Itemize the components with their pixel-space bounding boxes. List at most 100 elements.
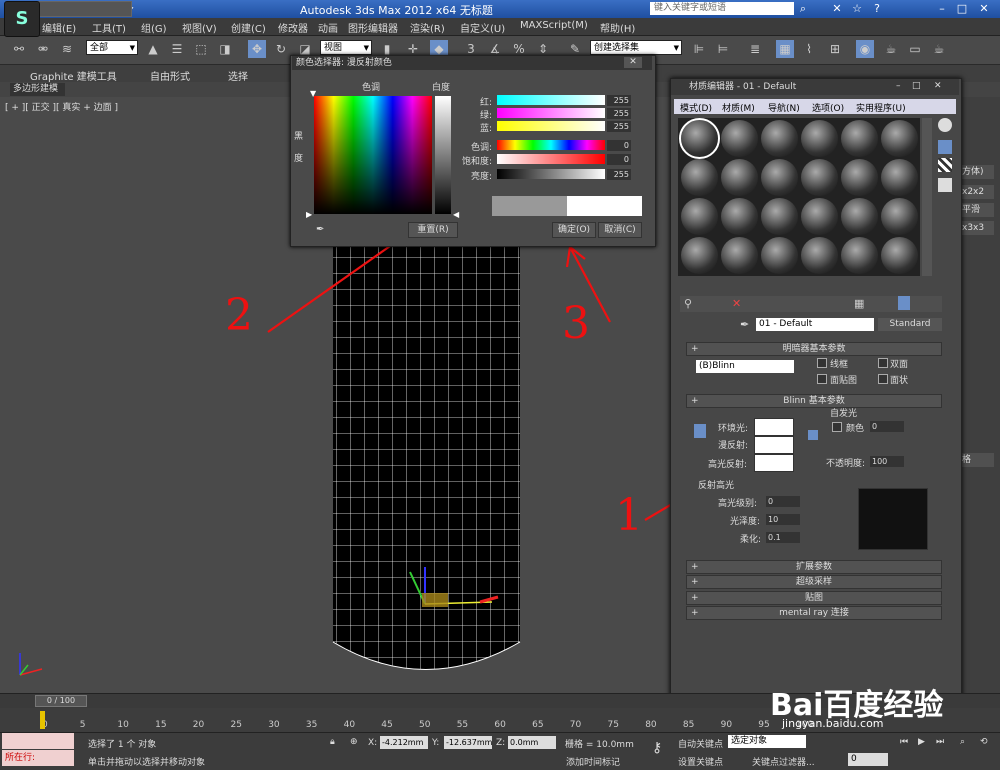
ok-button[interactable]: 确定(O) [552, 222, 596, 238]
color-dialog-close-icon[interactable]: ✕ [624, 57, 642, 68]
menu-animation[interactable]: 动画 [318, 20, 338, 35]
self-illum-color-checkbox[interactable] [832, 422, 842, 432]
graphite-toggle-icon[interactable]: ▦ [776, 40, 794, 58]
command-panel-item-2[interactable]: x2x2 [962, 185, 994, 199]
diffuse-map-button[interactable] [808, 430, 818, 440]
self-illum-spinner[interactable]: 0 [870, 421, 904, 432]
sample-slot[interactable] [881, 120, 918, 157]
brightness-value[interactable]: 255 [607, 169, 631, 180]
whiteness-pointer-icon[interactable]: ◀ [453, 210, 459, 219]
menu-help[interactable]: 帮助(H) [600, 20, 635, 35]
whiteness-slider[interactable] [435, 96, 451, 214]
blackness-pointer-icon[interactable]: ▶ [306, 210, 312, 219]
sample-slot[interactable] [881, 198, 918, 235]
mat-menu-utilities[interactable]: 实用程序(U) [856, 101, 906, 114]
show-end-result-icon[interactable] [898, 296, 910, 310]
red-value[interactable]: 255 [607, 95, 631, 106]
sample-slot[interactable] [681, 198, 718, 235]
search-input[interactable]: 键入关键字或短语 [650, 2, 794, 15]
get-material-icon[interactable]: ⚲ [684, 297, 692, 310]
face-map-checkbox[interactable] [817, 374, 827, 384]
menu-group[interactable]: 组(G) [141, 20, 167, 35]
sample-slot[interactable] [881, 237, 918, 274]
unlink-icon[interactable]: ⚮ [34, 40, 52, 58]
sample-slot[interactable] [721, 237, 758, 274]
menu-views[interactable]: 视图(V) [182, 20, 217, 35]
sample-type-icon[interactable] [938, 118, 952, 132]
orbit-icon[interactable]: ⟲ [980, 737, 988, 747]
mat-menu-material[interactable]: 材质(M) [722, 101, 755, 114]
window-crossing-icon[interactable]: ◨ [216, 40, 234, 58]
viewport-label[interactable]: [ + ][ 正交 ][ 真实 + 边面 ] [5, 100, 118, 113]
lock-selection-icon[interactable]: 🔒︎ [330, 737, 335, 747]
sample-slot[interactable] [841, 159, 878, 196]
specular-level-spinner[interactable]: 0 [766, 496, 800, 507]
slots-scrollbar[interactable] [922, 118, 932, 276]
help-icon[interactable]: ? [870, 2, 884, 16]
tab-freeform[interactable]: 自由形式 [150, 68, 190, 83]
hue-saturation-picker[interactable] [314, 96, 432, 214]
mental-ray-rollout[interactable]: mental ray 连接 [686, 606, 942, 620]
render-icon[interactable]: ☕ [930, 40, 948, 58]
menu-rendering[interactable]: 渲染(R) [410, 20, 445, 35]
bind-spacewarp-icon[interactable]: ≋ [58, 40, 76, 58]
move-icon[interactable]: ✥ [248, 40, 266, 58]
mat-menu-mode[interactable]: 模式(D) [680, 101, 712, 114]
sample-slot[interactable] [679, 118, 720, 159]
play-icon[interactable]: ▶ [918, 737, 925, 747]
eyedropper-icon[interactable]: ✒ [316, 224, 324, 235]
red-slider[interactable] [497, 95, 605, 105]
supersampling-rollout[interactable]: 超级采样 [686, 575, 942, 589]
select-by-name-icon[interactable]: ☰ [168, 40, 186, 58]
reset-map-icon[interactable]: ✕ [732, 297, 741, 310]
sample-slot[interactable] [841, 237, 878, 274]
maxscript-line[interactable]: 所在行: [2, 750, 74, 766]
mat-menu-navigation[interactable]: 导航(N) [768, 101, 800, 114]
menu-customize[interactable]: 自定义(U) [460, 20, 505, 35]
saturation-slider[interactable] [497, 154, 605, 164]
sample-slot[interactable] [761, 120, 798, 157]
auto-key-button[interactable]: 自动关键点 [678, 737, 723, 750]
command-panel-item-3[interactable]: 平滑 [962, 203, 994, 217]
material-editor-icon[interactable]: ◉ [856, 40, 874, 58]
current-frame-input[interactable]: 0 [848, 753, 888, 766]
maximize-icon[interactable]: □ [955, 2, 969, 16]
rotate-icon[interactable]: ↻ [272, 40, 290, 58]
blue-value[interactable]: 255 [607, 121, 631, 132]
value-slider[interactable] [497, 169, 605, 179]
key-mode-dropdown[interactable]: 选定对象 [728, 735, 806, 748]
rendered-frame-icon[interactable]: ▭ [906, 40, 924, 58]
maps-rollout[interactable]: 贴图 [686, 591, 942, 605]
sample-slot[interactable] [761, 198, 798, 235]
cancel-button[interactable]: 取消(C) [598, 222, 642, 238]
curve-editor-icon[interactable]: ⌇ [800, 40, 818, 58]
goto-end-icon[interactable]: ⏭ [936, 737, 944, 747]
menu-graph-editors[interactable]: 图形编辑器 [348, 20, 398, 35]
command-panel-item-5[interactable]: 格 [962, 453, 994, 467]
sample-slot[interactable] [881, 159, 918, 196]
app-logo-icon[interactable]: S [4, 1, 40, 37]
sample-slot[interactable] [681, 237, 718, 274]
polygon-modeling-panel[interactable]: 多边形建模 [10, 83, 65, 96]
sample-slot[interactable] [801, 120, 838, 157]
absolute-mode-icon[interactable]: ⊕ [350, 737, 358, 747]
opacity-spinner[interactable]: 100 [870, 456, 904, 467]
pick-material-icon[interactable]: ✒ [740, 318, 749, 331]
schematic-view-icon[interactable]: ⊞ [826, 40, 844, 58]
rect-select-icon[interactable]: ⬚ [192, 40, 210, 58]
soften-spinner[interactable]: 0.1 [766, 532, 800, 543]
green-value[interactable]: 255 [607, 108, 631, 119]
named-selection-dropdown[interactable]: 创建选择集 [590, 40, 682, 56]
material-name-input[interactable]: 01 - Default [756, 318, 874, 331]
material-editor-maximize-icon[interactable]: □ [912, 81, 921, 91]
ambient-color-swatch[interactable] [754, 418, 794, 436]
selection-filter-dropdown[interactable]: 全部 [86, 40, 138, 56]
mat-menu-options[interactable]: 选项(O) [812, 101, 844, 114]
menu-create[interactable]: 创建(C) [231, 20, 266, 35]
menu-edit[interactable]: 编辑(E) [42, 20, 76, 35]
material-editor-close-icon[interactable]: ✕ [934, 81, 942, 91]
glossiness-spinner[interactable]: 10 [766, 514, 800, 525]
sample-slot[interactable] [841, 120, 878, 157]
zoom-icon[interactable]: ⌕ [960, 737, 965, 747]
mirror-icon[interactable]: ⊫ [690, 40, 708, 58]
